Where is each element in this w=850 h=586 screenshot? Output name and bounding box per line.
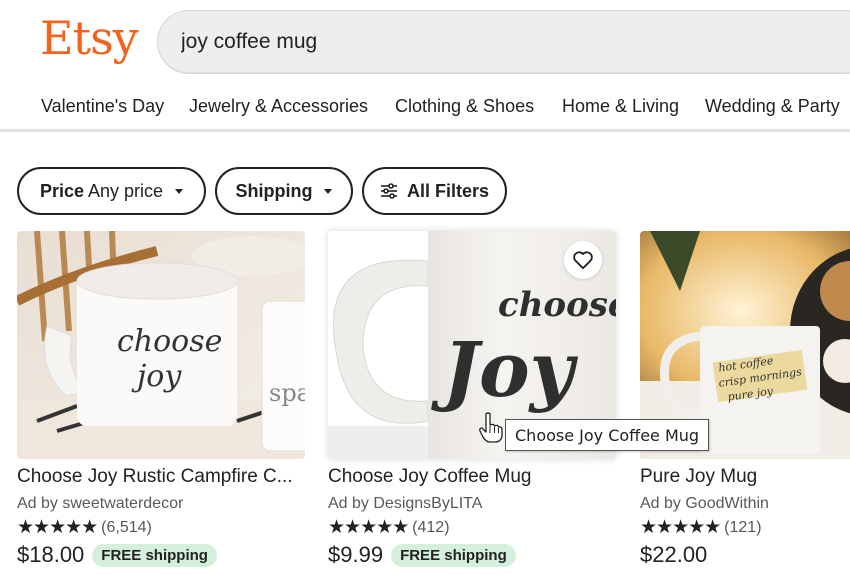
caret-down-icon bbox=[324, 188, 333, 194]
listing-price: $22.00 bbox=[640, 542, 708, 567]
listing-rating: ★★★★★ (121) bbox=[640, 518, 850, 538]
shipping-filter-label: Shipping bbox=[235, 180, 313, 201]
svg-text:choose: choose bbox=[498, 285, 616, 325]
star-rating-icon: ★★★★★ bbox=[640, 517, 721, 538]
svg-text:choose: choose bbox=[117, 324, 222, 359]
heart-outline-icon bbox=[573, 251, 593, 270]
favorite-button[interactable] bbox=[564, 241, 602, 279]
category-home-living[interactable]: Home & Living bbox=[562, 96, 679, 117]
all-filters-label: All Filters bbox=[406, 180, 490, 201]
listing-rating: ★★★★★ (412) bbox=[328, 518, 618, 538]
price-filter-value: Any price bbox=[88, 180, 164, 201]
star-rating-icon: ★★★★★ bbox=[328, 517, 409, 538]
mug-photo: choose joy spa bbox=[17, 231, 305, 459]
listing-title[interactable]: Choose Joy Rustic Campfire C... bbox=[17, 465, 307, 489]
free-shipping-badge: FREE shipping bbox=[391, 543, 516, 567]
svg-text:joy: joy bbox=[131, 359, 182, 394]
review-count: (6,514) bbox=[101, 519, 152, 536]
category-valentines-day[interactable]: Valentine's Day bbox=[41, 96, 164, 117]
tooltip: Choose Joy Coffee Mug bbox=[505, 419, 710, 451]
listing-price: $9.99 bbox=[328, 542, 384, 567]
listing-card[interactable]: hot coffee crisp mornings pure joy Pure … bbox=[640, 231, 850, 569]
search-bar[interactable] bbox=[157, 10, 850, 74]
search-input[interactable] bbox=[181, 25, 821, 59]
category-wedding-party[interactable]: Wedding & Party bbox=[705, 96, 840, 117]
listing-card[interactable]: choose joy spa Choose Joy Rustic Campfir… bbox=[17, 231, 307, 569]
star-rating-icon: ★★★★★ bbox=[17, 517, 98, 538]
listing-shop[interactable]: Ad by DesignsByLITA bbox=[328, 494, 618, 514]
svg-text:spa: spa bbox=[269, 379, 305, 407]
listing-shop[interactable]: Ad by GoodWithin bbox=[640, 494, 850, 514]
listing-card[interactable]: choose Joy Choose Joy Coffee Mug Ad by D… bbox=[328, 231, 618, 569]
listing-title[interactable]: Choose Joy Coffee Mug bbox=[328, 465, 618, 489]
listing-price: $18.00 bbox=[17, 542, 85, 567]
price-filter-button[interactable]: Price Any price bbox=[17, 167, 206, 215]
listing-rating: ★★★★★ (6,514) bbox=[17, 518, 307, 538]
category-nav: Valentine's Day Jewelry & Accessories Cl… bbox=[0, 90, 850, 132]
category-clothing-shoes[interactable]: Clothing & Shoes bbox=[395, 96, 534, 117]
sliders-icon bbox=[380, 183, 397, 199]
svg-text:Joy: Joy bbox=[431, 325, 579, 414]
all-filters-button[interactable]: All Filters bbox=[362, 167, 507, 215]
listing-shop[interactable]: Ad by sweetwaterdecor bbox=[17, 494, 307, 514]
review-count: (121) bbox=[724, 519, 762, 536]
review-count: (412) bbox=[412, 519, 450, 536]
category-jewelry-accessories[interactable]: Jewelry & Accessories bbox=[189, 96, 368, 117]
etsy-logo[interactable]: Etsy bbox=[40, 8, 139, 68]
caret-down-icon bbox=[175, 188, 184, 194]
listing-title[interactable]: Pure Joy Mug bbox=[640, 465, 850, 489]
listing-image[interactable]: choose joy spa bbox=[17, 231, 305, 459]
free-shipping-badge: FREE shipping bbox=[92, 543, 217, 567]
hand-pointer-icon bbox=[479, 412, 503, 443]
shipping-filter-button[interactable]: Shipping bbox=[215, 167, 353, 215]
price-filter-label: Price bbox=[39, 180, 84, 201]
